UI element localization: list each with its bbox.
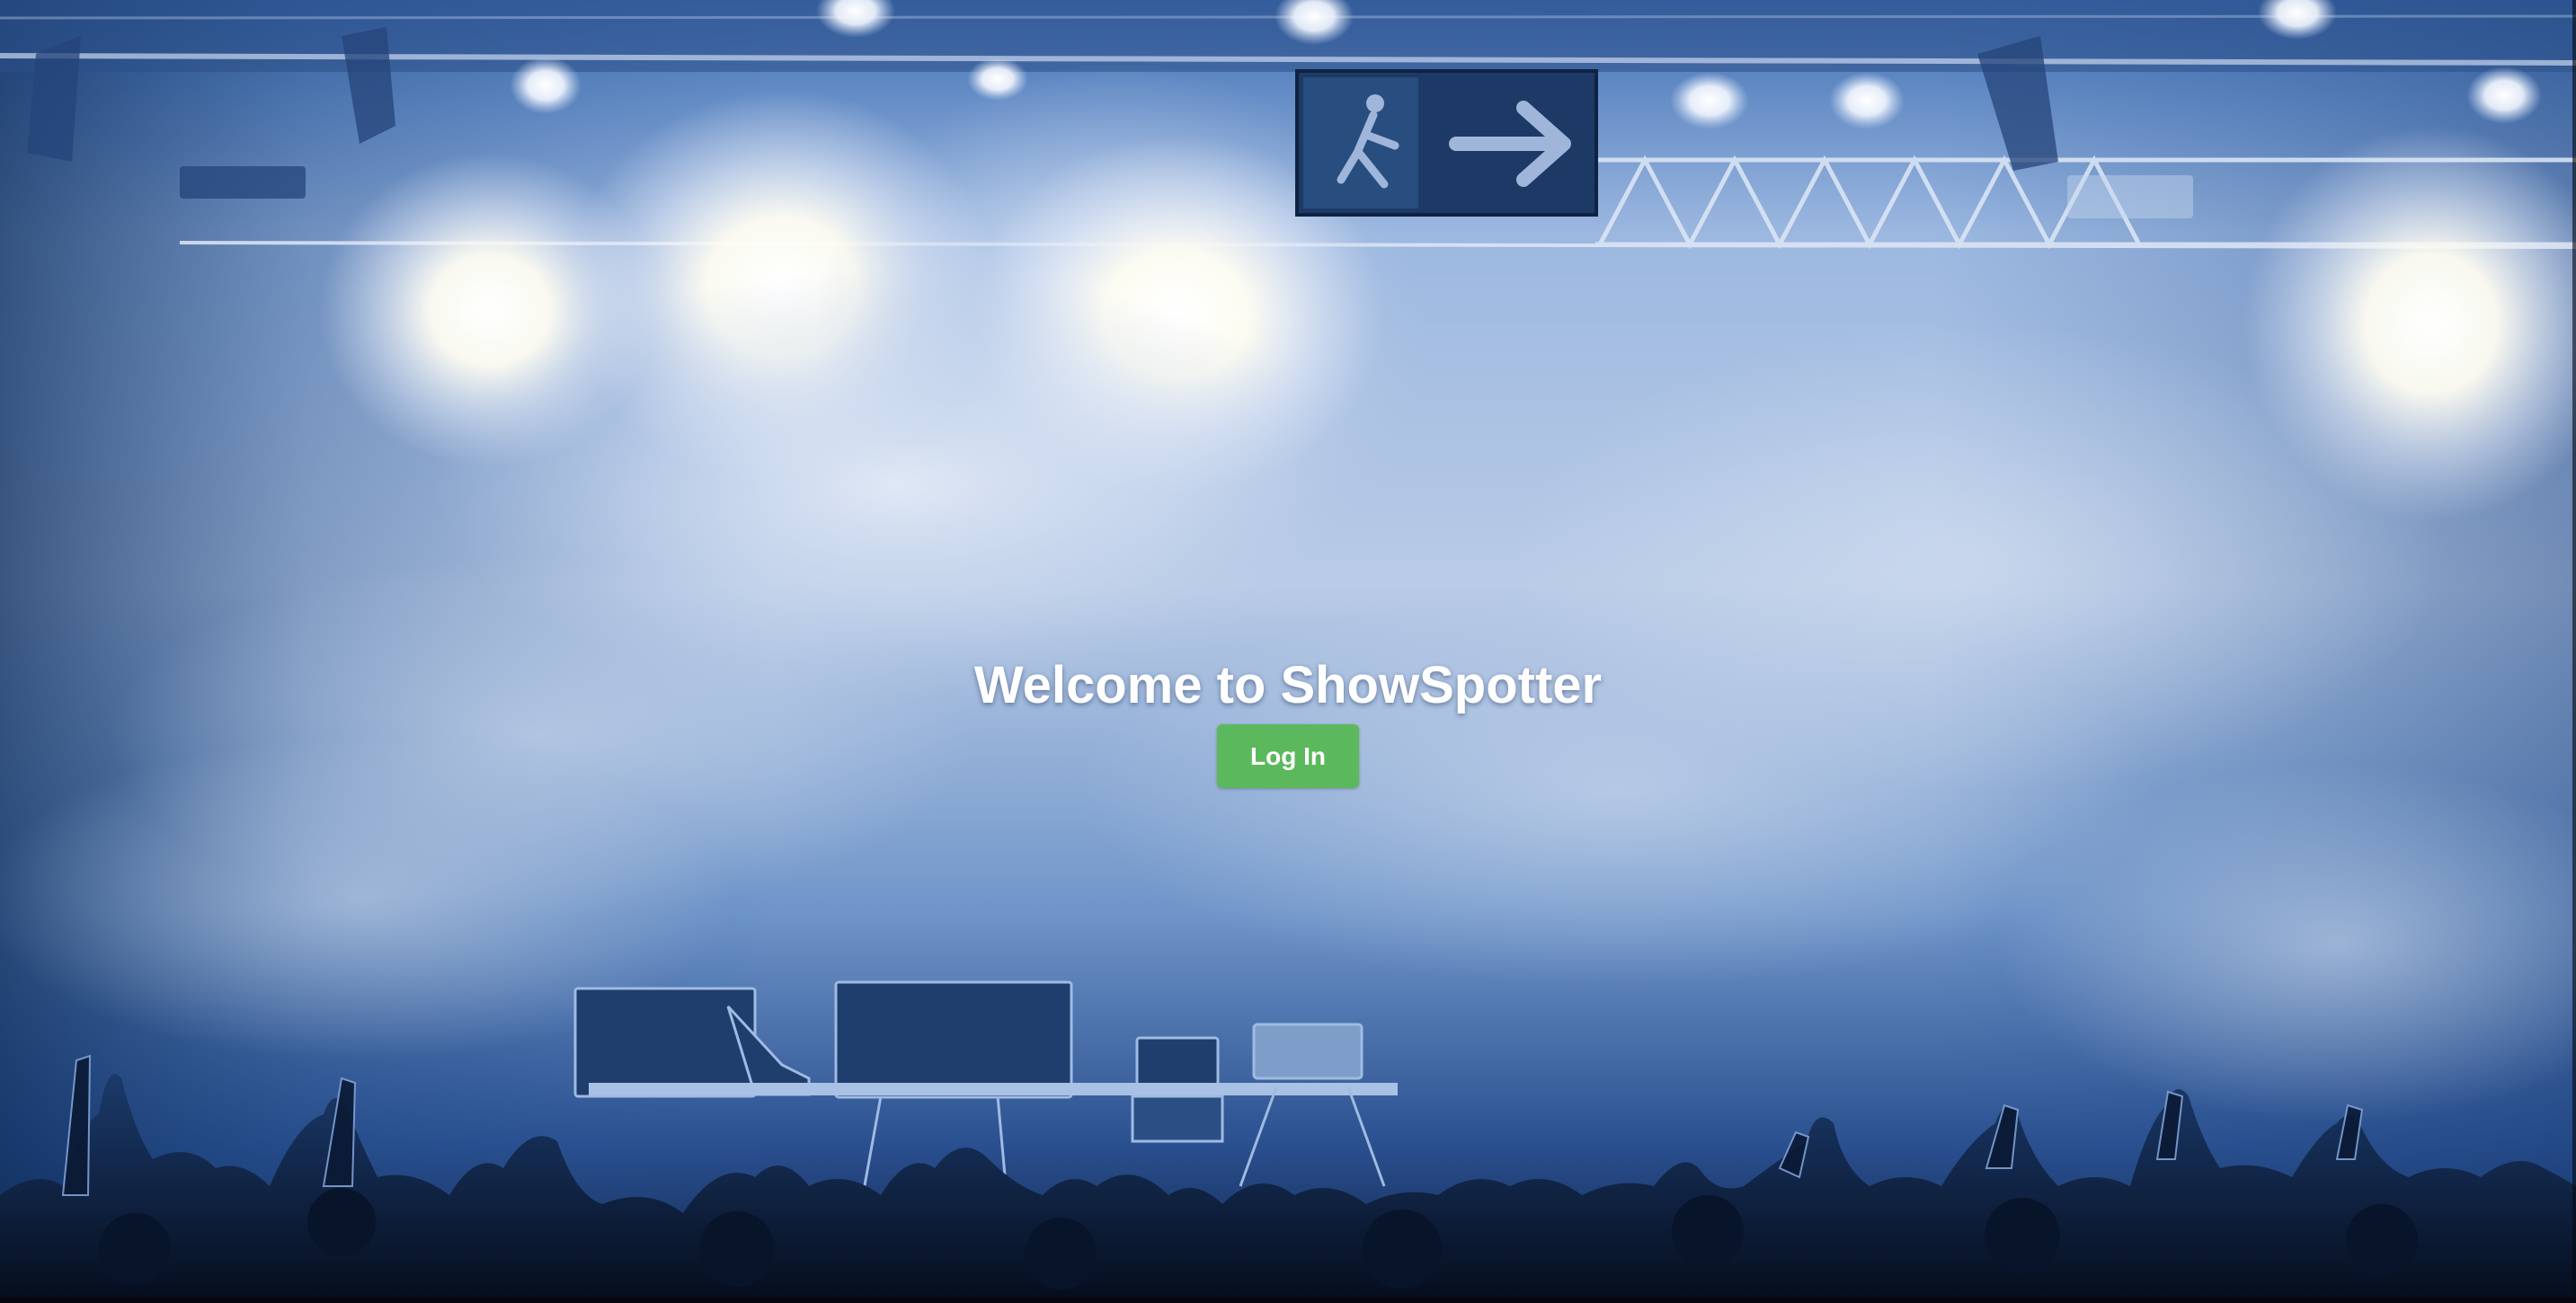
landing-page: Welcome to ShowSpotter Log In [0, 0, 2576, 1303]
hero-section: Welcome to ShowSpotter Log In [0, 656, 2576, 788]
welcome-heading: Welcome to ShowSpotter [973, 656, 1603, 714]
page-edge [2572, 0, 2576, 1303]
page-bottom-edge [0, 1298, 2576, 1303]
concert-background-image [0, 0, 2576, 1303]
log-in-button[interactable]: Log In [1217, 724, 1359, 788]
exit-sign-icon [1295, 69, 1598, 217]
